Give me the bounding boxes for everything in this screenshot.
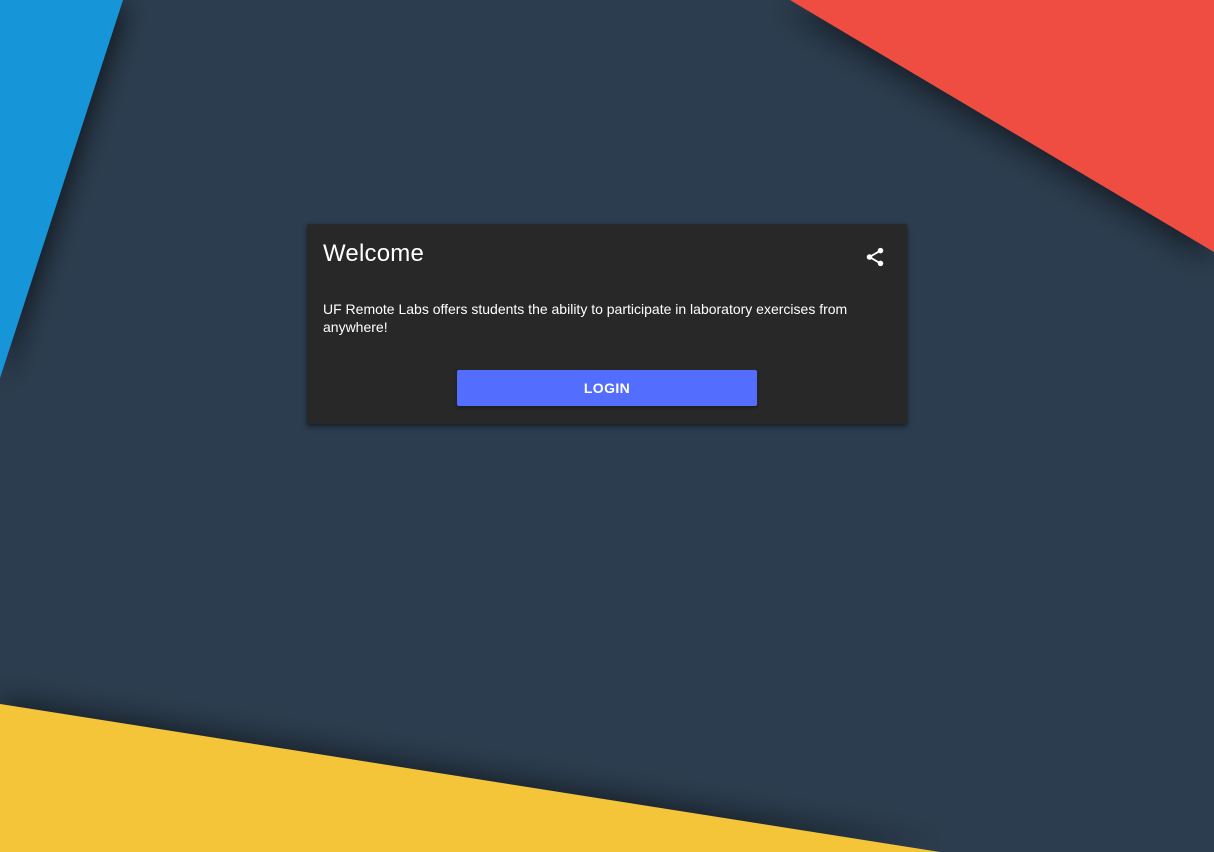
page-background: Welcome UF Remote Labs offers students t… <box>0 0 1214 852</box>
yellow-shape <box>0 704 940 852</box>
card-description: UF Remote Labs offers students the abili… <box>323 301 848 335</box>
blue-shape <box>0 0 123 378</box>
share-button[interactable] <box>860 242 890 272</box>
card-title: Welcome <box>323 240 424 267</box>
welcome-card: Welcome UF Remote Labs offers students t… <box>307 224 907 424</box>
decorative-background-shapes <box>0 0 1214 852</box>
login-button[interactable]: LOGIN <box>457 370 757 406</box>
share-icon <box>866 247 884 267</box>
red-shape <box>790 0 1214 252</box>
